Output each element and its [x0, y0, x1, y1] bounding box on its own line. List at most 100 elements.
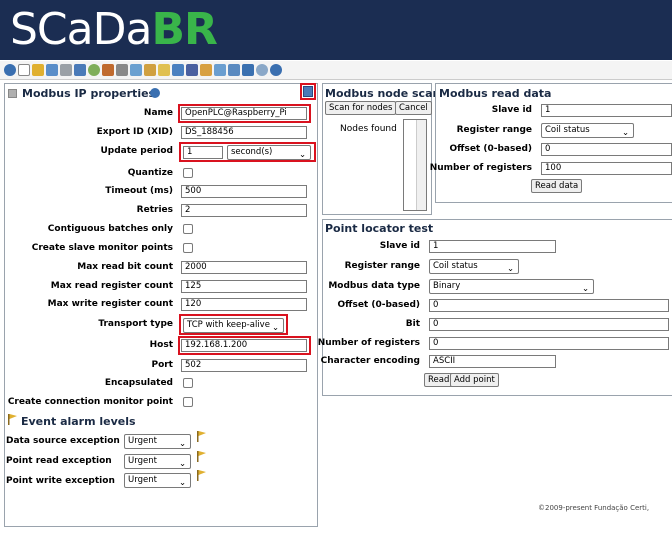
- panel-icon: [8, 89, 17, 98]
- point-links-icon[interactable]: [102, 64, 114, 76]
- add-point-button[interactable]: Add point: [450, 373, 499, 387]
- pw-exception-select[interactable]: Urgent ⌄: [124, 473, 191, 488]
- cancel-button[interactable]: Cancel: [395, 101, 432, 115]
- pr-exception-label: Point read exception: [6, 456, 112, 466]
- emport-icon[interactable]: [214, 64, 226, 76]
- help-circle-icon[interactable]: [150, 88, 160, 98]
- events-icon[interactable]: [32, 64, 44, 76]
- event-alarm-title: Event alarm levels: [21, 415, 136, 428]
- xid-field[interactable]: DS_188456: [181, 126, 307, 139]
- sql-icon[interactable]: [228, 64, 240, 76]
- ds-exception-select[interactable]: Urgent ⌄: [124, 434, 191, 449]
- conn-monitor-checkbox[interactable]: [183, 397, 193, 407]
- encapsulated-label: Encapsulated: [104, 378, 173, 388]
- pr-exception-select[interactable]: Urgent ⌄: [124, 454, 191, 469]
- read-data-title: Modbus read data: [439, 87, 552, 100]
- lt-type-label: Modbus data type: [328, 281, 420, 291]
- xid-label: Export ID (XID): [96, 127, 173, 137]
- max-write-reg-label: Max write register count: [47, 299, 173, 309]
- users-icon[interactable]: [130, 64, 142, 76]
- slave-monitor-checkbox[interactable]: [183, 243, 193, 253]
- host-label: Host: [149, 340, 173, 350]
- scheduled-events-icon[interactable]: [60, 64, 72, 76]
- lt-offset-field[interactable]: 0: [429, 299, 669, 312]
- timeout-label: Timeout (ms): [105, 186, 173, 196]
- rd-offset-field[interactable]: 0: [541, 143, 672, 156]
- lt-slave-field[interactable]: 1: [429, 240, 556, 253]
- chevron-down-icon: ⌄: [179, 478, 187, 488]
- ds-exception-label: Data source exception: [6, 436, 120, 446]
- flag-icon: [197, 431, 206, 442]
- update-period-label: Update period: [100, 146, 173, 156]
- max-read-reg-label: Max read register count: [50, 281, 173, 291]
- read-data-button[interactable]: Read data: [531, 179, 583, 193]
- lt-bit-label: Bit: [405, 319, 420, 329]
- max-read-reg-field[interactable]: 125: [181, 280, 307, 293]
- rd-num-label: Number of registers: [429, 163, 532, 173]
- transport-type-label: Transport type: [98, 319, 173, 329]
- scrollbar[interactable]: [416, 120, 426, 210]
- nodes-found-label: Nodes found: [340, 124, 397, 134]
- port-field[interactable]: 502: [181, 359, 307, 372]
- retries-field[interactable]: 2: [181, 204, 307, 217]
- scadabr-logo: SCaDaBR: [10, 4, 218, 55]
- chevron-down-icon: ⌄: [507, 264, 515, 274]
- rd-slave-field[interactable]: 1: [541, 104, 672, 117]
- watchlist-icon[interactable]: [4, 64, 16, 76]
- logout-icon[interactable]: [256, 64, 268, 76]
- name-highlight: [178, 104, 311, 123]
- point-hierarchy-icon[interactable]: [144, 64, 156, 76]
- chevron-down-icon: ⌄: [179, 439, 187, 449]
- lt-encoding-label: Character encoding: [320, 356, 420, 366]
- nodes-found-list[interactable]: [403, 119, 427, 211]
- lt-type-select[interactable]: Binary ⌄: [429, 279, 594, 294]
- lt-range-select[interactable]: Coil status ⌄: [429, 259, 519, 274]
- max-read-bit-field[interactable]: 2000: [181, 261, 307, 274]
- mailing-lists-icon[interactable]: [158, 64, 170, 76]
- quantize-label: Quantize: [127, 168, 173, 178]
- scan-for-nodes-button[interactable]: Scan for nodes: [325, 101, 397, 115]
- node-scan-title: Modbus node scan: [325, 87, 441, 100]
- event-handlers-icon[interactable]: [74, 64, 86, 76]
- retries-label: Retries: [136, 205, 173, 215]
- graphical-views-icon[interactable]: [18, 64, 30, 76]
- app-header: SCaDaBR: [0, 0, 672, 60]
- max-read-bit-label: Max read bit count: [77, 262, 173, 272]
- rd-offset-label: Offset (0-based): [449, 144, 532, 154]
- locator-test-title: Point locator test: [325, 222, 434, 235]
- rd-num-field[interactable]: 100: [541, 162, 672, 175]
- update-period-highlight: [179, 142, 316, 162]
- chevron-down-icon: ⌄: [622, 128, 630, 138]
- transport-highlight: [179, 314, 288, 335]
- lt-num-field[interactable]: 0: [429, 337, 669, 350]
- flag-icon: [197, 451, 206, 462]
- scripting-icon[interactable]: [116, 64, 128, 76]
- pw-exception-label: Point write exception: [6, 476, 115, 486]
- lt-bit-field[interactable]: 0: [429, 318, 669, 331]
- name-label: Name: [143, 108, 173, 118]
- quantize-checkbox[interactable]: [183, 168, 193, 178]
- timeout-field[interactable]: 500: [181, 185, 307, 198]
- system-settings-icon[interactable]: [200, 64, 212, 76]
- lt-offset-label: Offset (0-based): [337, 300, 420, 310]
- flag-icon: [197, 470, 206, 481]
- read-button[interactable]: Read: [424, 373, 454, 387]
- publishers-icon[interactable]: [172, 64, 184, 76]
- encapsulated-checkbox[interactable]: [183, 378, 193, 388]
- compound-events-icon[interactable]: [88, 64, 100, 76]
- slave-monitor-label: Create slave monitor points: [31, 243, 173, 253]
- conn-monitor-label: Create connection monitor point: [7, 397, 173, 407]
- contiguous-checkbox[interactable]: [183, 224, 193, 234]
- data-sources-icon[interactable]: [46, 64, 58, 76]
- help-icon[interactable]: [270, 64, 282, 76]
- rd-range-select[interactable]: Coil status ⌄: [541, 123, 634, 138]
- host-highlight: [178, 336, 311, 355]
- lt-num-label: Number of registers: [317, 338, 420, 348]
- maintenance-events-icon[interactable]: [186, 64, 198, 76]
- reports-icon[interactable]: [242, 64, 254, 76]
- max-write-reg-field[interactable]: 120: [181, 298, 307, 311]
- chevron-down-icon: ⌄: [582, 284, 590, 294]
- rd-range-label: Register range: [456, 125, 532, 135]
- rd-slave-label: Slave id: [491, 105, 532, 115]
- lt-encoding-field[interactable]: ASCII: [429, 355, 556, 368]
